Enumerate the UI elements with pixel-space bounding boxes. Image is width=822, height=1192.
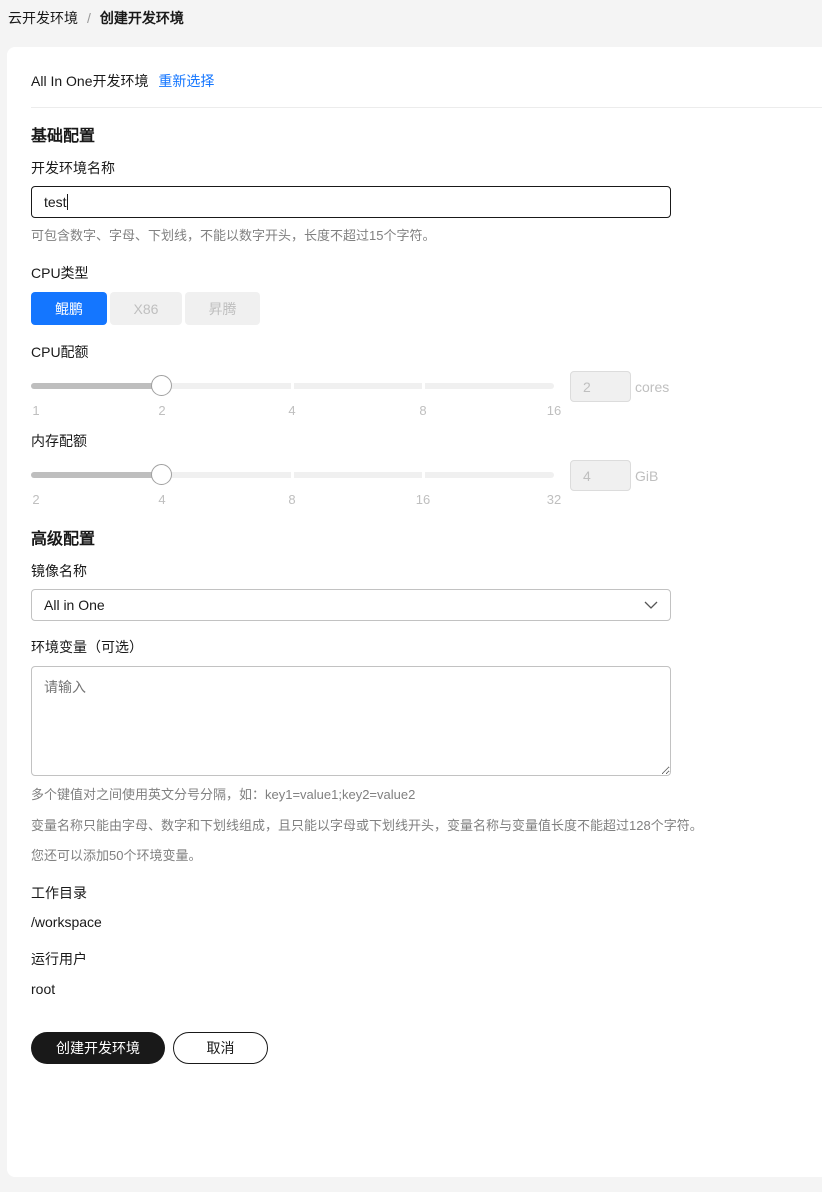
reselect-link[interactable]: 重新选择 [158, 73, 214, 89]
basic-config-title: 基础配置 [31, 128, 96, 145]
env-name-input[interactable]: test [31, 186, 671, 218]
workdir-value: /workspace [31, 914, 102, 930]
mem-tick: 2 [32, 492, 40, 507]
create-button[interactable]: 创建开发环境 [31, 1032, 165, 1064]
breadcrumb: 云开发环境 / 创建开发环境 [8, 9, 184, 27]
env-vars-label: 环境变量（可选） [31, 639, 143, 655]
chevron-down-icon [644, 601, 658, 609]
env-hint: 多个键值对之间使用英文分号分隔，如：key1=value1;key2=value… [31, 787, 416, 802]
cpu-tick: 2 [158, 403, 166, 418]
cpu-tick: 16 [546, 403, 562, 418]
mem-tick: 32 [546, 492, 562, 507]
name-label: 开发环境名称 [31, 160, 115, 176]
run-user-value: root [31, 981, 56, 997]
image-label: 镜像名称 [31, 563, 87, 579]
cpu-tick: 4 [288, 403, 296, 418]
workdir-label: 工作目录 [31, 885, 87, 901]
mem-quota-input[interactable]: 4 [570, 460, 631, 491]
cpu-slider-handle[interactable] [151, 375, 172, 396]
breadcrumb-parent[interactable]: 云开发环境 [8, 10, 78, 26]
breadcrumb-separator: / [87, 10, 91, 26]
mem-tick: 16 [415, 492, 431, 507]
name-hint: 可包含数字、字母、下划线，不能以数字开头，长度不超过15个字符。 [31, 228, 436, 243]
env-hint: 变量名称只能由字母、数字和下划线组成，且只能以字母或下划线开头，变量名称与变量值… [31, 818, 703, 833]
env-vars-textarea[interactable] [31, 666, 671, 776]
cpu-quota-slider[interactable] [31, 375, 554, 396]
mem-unit: GiB [635, 468, 659, 484]
env-name-value: test [44, 194, 67, 210]
cpu-tick: 1 [32, 403, 40, 418]
form-card: All In One开发环境 重新选择 基础配置 开发环境名称 test 可包含… [7, 47, 822, 1177]
cpu-quota-input[interactable]: 2 [570, 371, 631, 402]
cpu-quota-label: CPU配额 [31, 344, 89, 360]
mem-tick: 4 [158, 492, 166, 507]
mem-quota-label: 内存配额 [31, 433, 87, 449]
advanced-config-title: 高级配置 [31, 531, 96, 548]
divider [31, 107, 822, 108]
cpu-unit: cores [635, 379, 670, 395]
cpu-type-x86[interactable]: X86 [110, 292, 182, 325]
breadcrumb-current: 创建开发环境 [99, 10, 184, 26]
env-type-header: All In One开发环境 重新选择 [31, 72, 214, 90]
env-type-label: All In One开发环境 [31, 73, 149, 89]
image-select[interactable]: All in One [31, 589, 671, 621]
run-user-label: 运行用户 [31, 951, 87, 967]
mem-quota-slider[interactable] [31, 464, 554, 485]
mem-tick: 8 [288, 492, 296, 507]
cpu-type-kunpeng[interactable]: 鲲鹏 [31, 292, 107, 325]
cpu-tick: 8 [419, 403, 427, 418]
cpu-type-ascend[interactable]: 昇腾 [185, 292, 260, 325]
env-hint: 您还可以添加50个环境变量。 [31, 848, 202, 863]
cancel-button[interactable]: 取消 [173, 1032, 268, 1064]
image-value: All in One [44, 597, 105, 613]
cpu-type-label: CPU类型 [31, 265, 89, 281]
mem-slider-handle[interactable] [151, 464, 172, 485]
